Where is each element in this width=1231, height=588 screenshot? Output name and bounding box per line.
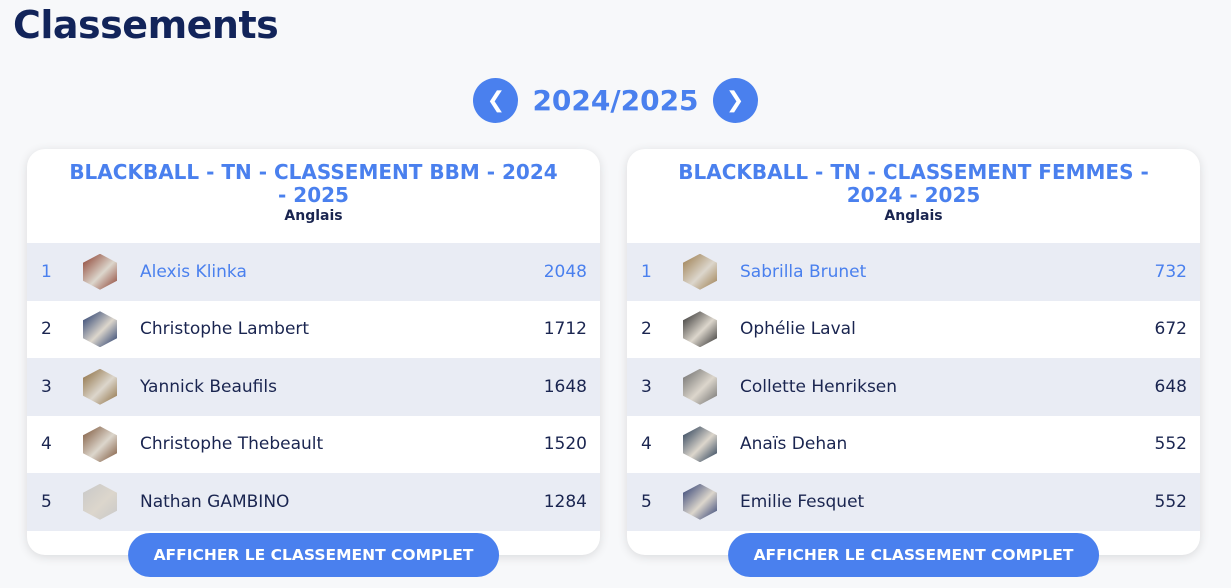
ranking-row[interactable]: 1 Alexis Klinka 2048 (27, 243, 600, 301)
ranking-title: BLACKBALL - TN - CLASSEMENT FEMMES - 202… (678, 160, 1149, 207)
player-points: 672 (1154, 319, 1187, 340)
rank-number: 5 (641, 491, 652, 512)
avatar (683, 368, 717, 405)
avatar (83, 311, 117, 348)
chevron-right-icon: ❯ (725, 88, 745, 113)
prev-season-button[interactable]: ❮ (473, 78, 519, 123)
ranking-row[interactable]: 4 Christophe Thebeault 1520 (27, 416, 600, 474)
player-points: 2048 (543, 261, 587, 282)
rank-number: 4 (641, 434, 652, 455)
avatar (83, 253, 117, 290)
page-title: Classements (13, 3, 279, 47)
rank-number: 2 (641, 319, 652, 340)
player-name[interactable]: Alexis Klinka (140, 262, 544, 282)
season-selector: ❮ 2024/2025 ❯ (0, 78, 1231, 123)
rank-number: 2 (41, 319, 52, 340)
avatar (683, 426, 717, 463)
player-points: 1648 (543, 376, 587, 397)
rank-number: 1 (41, 261, 52, 282)
player-name[interactable]: Collette Henriksen (740, 377, 1155, 397)
avatar (83, 426, 117, 463)
ranking-row[interactable]: 3 Yannick Beaufils 1648 (27, 358, 600, 416)
ranking-row[interactable]: 2 Ophélie Laval 672 (627, 301, 1200, 359)
avatar (683, 311, 717, 348)
rank-number: 5 (41, 491, 52, 512)
ranking-title: BLACKBALL - TN - CLASSEMENT BBM - 2024 -… (69, 160, 558, 207)
avatar (683, 483, 717, 520)
ranking-row[interactable]: 2 Christophe Lambert 1712 (27, 301, 600, 359)
show-full-ranking-button[interactable]: AFFICHER LE CLASSEMENT COMPLET (727, 533, 1100, 577)
rank-number: 3 (41, 376, 52, 397)
rank-number: 1 (641, 261, 652, 282)
player-name[interactable]: Yannick Beaufils (140, 377, 544, 397)
ranking-card-femmes: BLACKBALL - TN - CLASSEMENT FEMMES - 202… (627, 149, 1200, 577)
ranking-list: 1 Alexis Klinka 2048 2 Christophe Lamber… (27, 243, 600, 531)
player-name[interactable]: Anaïs Dehan (740, 434, 1155, 454)
player-name[interactable]: Nathan GAMBINO (140, 492, 544, 512)
player-name[interactable]: Emilie Fesquet (740, 492, 1155, 512)
player-name[interactable]: Christophe Thebeault (140, 434, 544, 454)
avatar (83, 368, 117, 405)
rank-number: 3 (641, 376, 652, 397)
season-label: 2024/2025 (532, 84, 699, 117)
ranking-card-bbm: BLACKBALL - TN - CLASSEMENT BBM - 2024 -… (27, 149, 600, 577)
player-points: 732 (1154, 261, 1187, 282)
ranking-subtitle: Anglais (884, 208, 943, 224)
next-season-button[interactable]: ❯ (712, 78, 758, 123)
ranking-row[interactable]: 5 Nathan GAMBINO 1284 (27, 473, 600, 531)
player-points: 552 (1154, 434, 1187, 455)
ranking-subtitle: Anglais (284, 208, 343, 224)
player-points: 648 (1154, 376, 1187, 397)
ranking-row[interactable]: 1 Sabrilla Brunet 732 (627, 243, 1200, 301)
player-points: 1712 (543, 319, 587, 340)
player-points: 1284 (543, 491, 587, 512)
player-points: 1520 (543, 434, 587, 455)
player-name[interactable]: Sabrilla Brunet (740, 262, 1155, 282)
rank-number: 4 (41, 434, 52, 455)
avatar (83, 483, 117, 520)
player-name[interactable]: Ophélie Laval (740, 319, 1155, 339)
show-full-ranking-button[interactable]: AFFICHER LE CLASSEMENT COMPLET (127, 533, 500, 577)
player-points: 552 (1154, 491, 1187, 512)
chevron-left-icon: ❮ (486, 88, 506, 113)
ranking-row[interactable]: 3 Collette Henriksen 648 (627, 358, 1200, 416)
ranking-row[interactable]: 5 Emilie Fesquet 552 (627, 473, 1200, 531)
ranking-list: 1 Sabrilla Brunet 732 2 Ophélie Laval 67… (627, 243, 1200, 531)
ranking-row[interactable]: 4 Anaïs Dehan 552 (627, 416, 1200, 474)
avatar (683, 253, 717, 290)
player-name[interactable]: Christophe Lambert (140, 319, 544, 339)
